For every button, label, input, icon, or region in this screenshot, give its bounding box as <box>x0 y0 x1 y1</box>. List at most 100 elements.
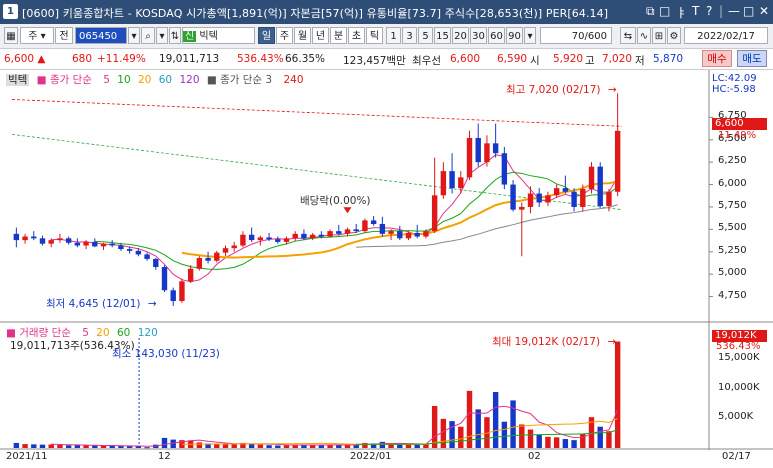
bar-count-field[interactable]: 70/600 <box>540 27 612 44</box>
search-icon[interactable]: ⌕ <box>141 27 155 44</box>
volume-bar <box>344 444 351 448</box>
volume-bar <box>126 446 133 448</box>
settings-gear-icon[interactable]: ⚙ <box>667 27 681 44</box>
candle-body <box>545 195 551 203</box>
minimize-icon[interactable]: — <box>728 4 740 18</box>
trade-amount: 123,457백만 <box>343 55 406 67</box>
volume-bar <box>92 445 98 448</box>
candle-body <box>257 237 264 241</box>
period-button-minute[interactable]: 분 <box>330 27 347 44</box>
volume-ma5-line <box>51 405 619 447</box>
volume-bar <box>527 429 534 448</box>
price-tick-label: 5,000 <box>718 267 747 279</box>
volume-bar <box>484 417 490 448</box>
volume-bar <box>414 444 420 448</box>
volume-bar <box>248 443 255 448</box>
date-label-02-17: 02/17 <box>722 451 751 462</box>
period-button-second[interactable]: 초 <box>348 27 365 44</box>
interval-button-60[interactable]: 60 <box>488 27 505 44</box>
volume-bar <box>475 409 481 448</box>
interval-button-1[interactable]: 1 <box>386 27 401 44</box>
trade-volume: 19,011,713 <box>159 53 220 65</box>
legend-ma-label[interactable]: ■ 종가 단순 <box>37 74 96 86</box>
window-number-icon[interactable]: 1 <box>3 4 18 19</box>
candle-body <box>92 241 98 247</box>
compare-icon[interactable]: ⇆ <box>620 27 636 44</box>
maximize-icon[interactable]: □ <box>743 4 754 18</box>
sort-icon[interactable]: ⇅ <box>169 27 181 44</box>
legend-stock-name[interactable]: 빅텍 <box>6 74 30 86</box>
link-window-icon[interactable]: ⧉ <box>646 4 655 19</box>
stock-name-field[interactable]: 신 빅텍 <box>182 27 255 44</box>
high-annotation: 최고 7,020 (02/17) → <box>506 84 617 96</box>
volume-bar <box>370 443 377 448</box>
buy-button[interactable]: 매수 <box>702 50 732 67</box>
volume-bar <box>39 444 46 448</box>
quote-bar: 6,600 ▲ 680 +11.49% 19,011,713 536.43% 6… <box>0 49 773 70</box>
interval-button-20[interactable]: 20 <box>452 27 469 44</box>
volume-bar <box>405 444 412 448</box>
legend-ma60: 60 <box>158 74 173 86</box>
volume-bar <box>501 421 508 448</box>
volume-ratio: 536.43% <box>237 53 284 65</box>
period-button-week[interactable]: 주 <box>276 27 293 44</box>
candle-body <box>48 240 54 244</box>
volume-bar <box>153 444 159 448</box>
interval-button-90[interactable]: 90 <box>506 27 523 44</box>
candle-body <box>205 258 211 261</box>
scope-select[interactable]: 전 <box>55 27 73 44</box>
dividend-annotation: 배당락(0.00%) <box>300 195 371 207</box>
candle-body <box>187 268 194 282</box>
close-icon[interactable]: ✕ <box>759 4 769 18</box>
legend-ma2-label[interactable]: ■ 종가 단순 3 <box>207 74 276 86</box>
ma60-line <box>356 204 618 248</box>
candle-body <box>240 234 246 246</box>
chart-layout-icon[interactable]: ▦ <box>4 27 18 44</box>
indicator-icon[interactable]: ∿ <box>637 27 651 44</box>
volume-bar <box>571 440 577 448</box>
lock-icon[interactable]: ▾ <box>156 27 168 44</box>
stock-chart[interactable] <box>0 0 773 468</box>
sell-button[interactable]: 매도 <box>737 50 767 67</box>
volume-bar <box>257 444 264 448</box>
best-ask-label: 최우선 <box>412 55 441 67</box>
volume-bar <box>240 442 246 448</box>
volume-bar <box>205 443 211 448</box>
chart-toolbar: ▦ 주 ▾ 전 065450 ▾ ⌕ ▾ ⇅ 신 빅텍 일 주 월 년 분 초 … <box>0 24 773 49</box>
period-button-month[interactable]: 월 <box>294 27 311 44</box>
candle-body <box>266 237 272 240</box>
interval-button-30[interactable]: 30 <box>470 27 487 44</box>
period-button-tick[interactable]: 틱 <box>366 27 383 44</box>
interval-button-5[interactable]: 5 <box>418 27 433 44</box>
window-restore-icon[interactable]: □ <box>659 4 670 18</box>
volume-bar <box>275 445 281 448</box>
mode-select[interactable]: 주 ▾ <box>20 27 54 44</box>
current-pct-tag: 11.49% <box>718 130 757 141</box>
candle-body <box>440 171 447 196</box>
price-change-percent: +11.49% <box>97 53 146 65</box>
font-size-icon[interactable]: T <box>692 4 699 18</box>
stock-code-input[interactable]: 065450 <box>75 27 127 44</box>
date-field[interactable]: 2022/02/17 <box>684 27 768 44</box>
open-price: 5,920 <box>553 53 584 65</box>
crosshair-icon[interactable]: ⊞ <box>652 27 666 44</box>
volume-tick-15000k: 15,000K <box>718 352 760 363</box>
interval-dropdown-icon[interactable]: ▾ <box>524 27 536 44</box>
candle-body <box>562 188 569 192</box>
period-button-year[interactable]: 년 <box>312 27 329 44</box>
candle-body <box>458 177 464 189</box>
candle-body <box>519 206 525 210</box>
pin-icon[interactable]: ㅑ <box>676 4 687 21</box>
low-annotation: 최저 4,645 (12/01) → <box>46 298 157 310</box>
candle-body <box>301 233 307 239</box>
volume-bar <box>222 444 229 448</box>
interval-button-15[interactable]: 15 <box>434 27 451 44</box>
volume-bar <box>597 426 603 448</box>
candle-body <box>231 245 237 249</box>
period-button-day[interactable]: 일 <box>258 27 275 44</box>
volume-bar <box>135 446 142 448</box>
ma5-line <box>51 154 619 283</box>
code-dropdown-icon[interactable]: ▾ <box>128 27 140 44</box>
help-icon[interactable]: ? <box>706 4 712 18</box>
interval-button-3[interactable]: 3 <box>402 27 417 44</box>
